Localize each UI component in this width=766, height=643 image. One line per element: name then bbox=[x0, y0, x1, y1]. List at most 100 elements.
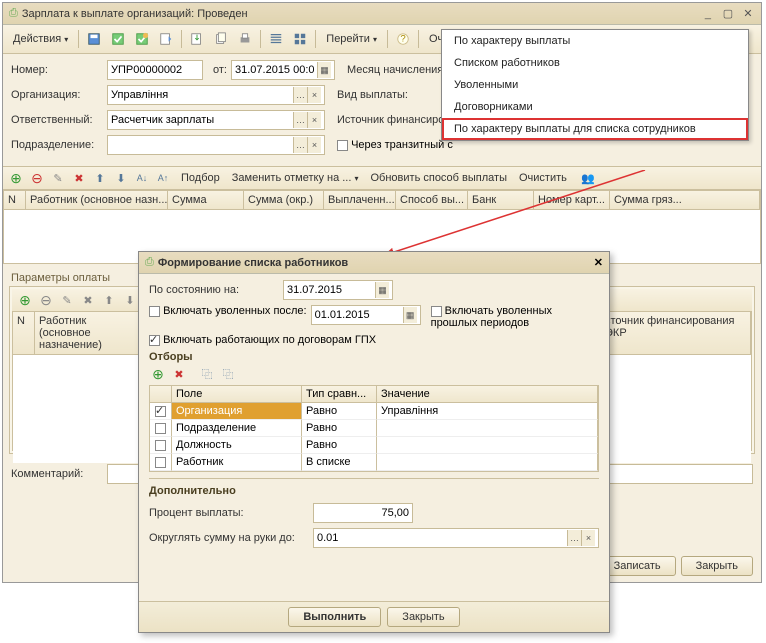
fired-date-input[interactable]: 01.01.2015▦ bbox=[311, 305, 421, 325]
copy-icon[interactable]: ⿻ bbox=[198, 365, 216, 383]
remove-icon[interactable]: ✖ bbox=[170, 365, 188, 383]
col-method[interactable]: Способ вы... bbox=[396, 191, 468, 209]
select-icon[interactable]: … bbox=[293, 87, 307, 103]
clear-icon[interactable]: × bbox=[581, 530, 595, 546]
col-sum[interactable]: Сумма bbox=[168, 191, 244, 209]
save-button[interactable]: Записать bbox=[599, 556, 676, 576]
sort-az-icon[interactable]: A↓ bbox=[133, 169, 151, 187]
run-button[interactable]: Выполнить bbox=[288, 607, 381, 627]
up-icon[interactable]: ⬆ bbox=[91, 169, 109, 187]
include-gph-check[interactable]: Включать работающих по договорам ГПХ bbox=[149, 334, 376, 346]
remove-icon[interactable]: ✖ bbox=[79, 291, 97, 309]
clear-icon[interactable]: × bbox=[307, 112, 321, 128]
add-icon[interactable]: ⊕ bbox=[16, 291, 34, 309]
update-link[interactable]: Обновить способ выплаты bbox=[371, 172, 507, 184]
col-paid[interactable]: Выплаченн... bbox=[324, 191, 396, 209]
down-icon[interactable]: ⬇ bbox=[112, 169, 130, 187]
close-icon[interactable]: ✕ bbox=[594, 256, 603, 269]
add-icon[interactable]: ⊕ bbox=[149, 365, 167, 383]
col-employee[interactable]: Работник (основное назн... bbox=[26, 191, 168, 209]
col-card[interactable]: Номер карт... bbox=[534, 191, 610, 209]
sort-za-icon[interactable]: A↑ bbox=[154, 169, 172, 187]
col-bank[interactable]: Банк bbox=[468, 191, 534, 209]
menu-contractors[interactable]: Договорниками bbox=[442, 96, 748, 118]
date-input[interactable]: 31.07.2015 00:0▦ bbox=[231, 60, 335, 80]
filter-row[interactable]: Должность Равно bbox=[150, 437, 598, 454]
date-label: от: bbox=[207, 64, 227, 76]
up-icon[interactable]: ⬆ bbox=[100, 291, 118, 309]
users-icon[interactable]: 👥 bbox=[579, 169, 597, 187]
menu-by-list[interactable]: Списком работников bbox=[442, 52, 748, 74]
actions-menu[interactable]: Действия ▾ bbox=[7, 31, 74, 47]
col-gross[interactable]: Сумма гряз... bbox=[610, 191, 760, 209]
select-icon[interactable]: … bbox=[567, 530, 581, 546]
calendar-icon[interactable]: ▦ bbox=[375, 282, 389, 298]
from-icon[interactable] bbox=[186, 28, 208, 50]
filter-row[interactable]: Работник В списке bbox=[150, 454, 598, 471]
edit-icon[interactable]: ✎ bbox=[49, 169, 67, 187]
menu-fired[interactable]: Уволенными bbox=[442, 74, 748, 96]
comment-label: Комментарий: bbox=[11, 468, 103, 480]
col-check[interactable] bbox=[150, 386, 172, 403]
grid-icon[interactable] bbox=[289, 28, 311, 50]
maximize-icon[interactable]: ▢ bbox=[721, 7, 735, 20]
col-employee[interactable]: Работник (основное назначение) bbox=[35, 312, 145, 354]
round-input[interactable]: 0.01…× bbox=[313, 528, 599, 548]
pin-icon[interactable]: ⎙ bbox=[145, 256, 154, 269]
percent-input[interactable]: 75,00 bbox=[313, 503, 413, 523]
menu-by-paytype[interactable]: По характеру выплаты bbox=[442, 30, 748, 52]
col-cmp[interactable]: Тип сравн... bbox=[302, 386, 377, 403]
include-fired-prev-check[interactable]: Включать уволенных прошлых периодов bbox=[431, 305, 561, 329]
down-icon[interactable]: ⬇ bbox=[121, 291, 139, 309]
pin-icon[interactable]: ⎙ bbox=[9, 7, 18, 20]
subdiv-input[interactable]: …× bbox=[107, 135, 325, 155]
print-icon[interactable] bbox=[234, 28, 256, 50]
list-icon[interactable] bbox=[265, 28, 287, 50]
close-button[interactable]: Закрыть bbox=[681, 556, 753, 576]
add-icon[interactable]: ⊕ bbox=[7, 169, 25, 187]
col-field[interactable]: Поле bbox=[172, 386, 302, 403]
resp-input[interactable]: Расчетчик зарплаты…× bbox=[107, 110, 325, 130]
del-icon[interactable]: ⊖ bbox=[37, 291, 55, 309]
include-fired-check[interactable]: Включать уволенных после: bbox=[149, 305, 307, 317]
remove-icon[interactable]: ✖ bbox=[70, 169, 88, 187]
window-title: Зарплата к выплате организаций: Проведен bbox=[22, 8, 698, 20]
col-value[interactable]: Значение bbox=[377, 386, 598, 403]
number-input[interactable]: УПР00000002 bbox=[107, 60, 203, 80]
calendar-icon[interactable]: ▦ bbox=[317, 62, 331, 78]
filter-grid[interactable]: Поле Тип сравн... Значение Организация Р… bbox=[149, 385, 599, 472]
col-sum-round[interactable]: Сумма (окр.) bbox=[244, 191, 324, 209]
select-icon[interactable]: … bbox=[293, 137, 307, 153]
extra-title: Дополнительно bbox=[149, 485, 599, 497]
copy2-icon[interactable]: ⿻ bbox=[219, 365, 237, 383]
asof-input[interactable]: 31.07.2015▦ bbox=[283, 280, 393, 300]
del-icon[interactable]: ⊖ bbox=[28, 169, 46, 187]
filter-row[interactable]: Подразделение Равно bbox=[150, 420, 598, 437]
post-icon[interactable] bbox=[107, 28, 129, 50]
col-source[interactable]: сточник финансирования ЭКР bbox=[601, 312, 751, 354]
copy-icon[interactable] bbox=[210, 28, 232, 50]
select-link[interactable]: Подбор bbox=[181, 172, 220, 184]
edit-icon[interactable]: ✎ bbox=[58, 291, 76, 309]
transit-check[interactable]: Через транзитный с bbox=[337, 139, 453, 151]
filter-row[interactable]: Организация Равно Управління bbox=[150, 403, 598, 420]
menu-by-paytype-list[interactable]: По характеру выплаты для списка сотрудни… bbox=[442, 118, 748, 140]
clear-icon[interactable]: × bbox=[307, 87, 321, 103]
org-input[interactable]: Управління…× bbox=[107, 85, 325, 105]
save-icon[interactable] bbox=[83, 28, 105, 50]
minimize-icon[interactable]: _ bbox=[701, 8, 715, 20]
close-icon[interactable]: ✕ bbox=[741, 7, 755, 20]
select-icon[interactable]: … bbox=[293, 112, 307, 128]
col-n[interactable]: N bbox=[4, 191, 26, 209]
percent-label: Процент выплаты: bbox=[149, 507, 309, 519]
repost-icon[interactable] bbox=[131, 28, 153, 50]
col-n[interactable]: N bbox=[13, 312, 35, 354]
close-button[interactable]: Закрыть bbox=[387, 607, 459, 627]
replace-link[interactable]: Заменить отметку на ... ▾ bbox=[232, 172, 359, 184]
clear-link[interactable]: Очистить bbox=[519, 172, 567, 184]
calendar-icon[interactable]: ▦ bbox=[403, 307, 417, 323]
goto-menu[interactable]: Перейти ▾ bbox=[320, 31, 383, 47]
help-icon[interactable]: ? bbox=[392, 28, 414, 50]
dropdown-icon[interactable] bbox=[155, 28, 177, 50]
clear-icon[interactable]: × bbox=[307, 137, 321, 153]
